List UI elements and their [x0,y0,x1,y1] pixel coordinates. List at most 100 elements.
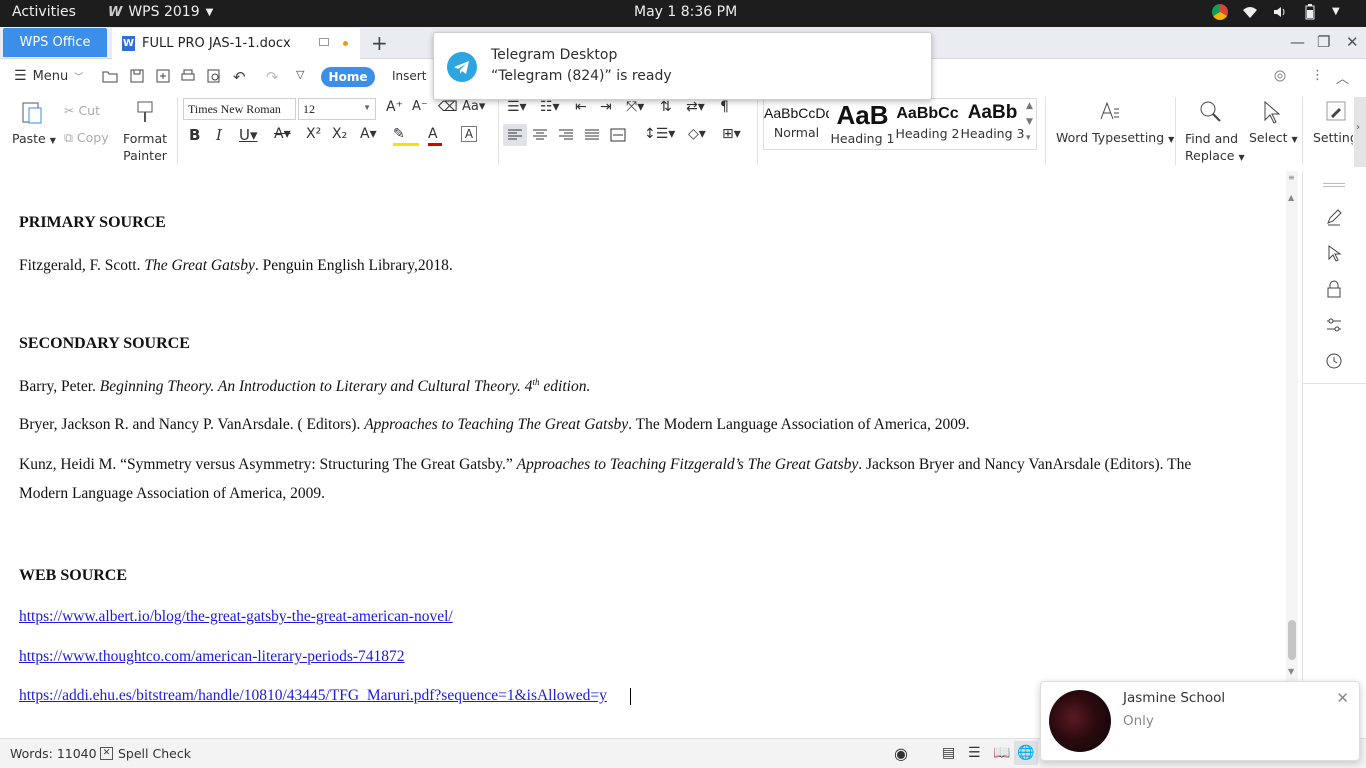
copy-button[interactable]: ⧉ Copy [64,130,109,146]
shading-icon[interactable]: ◇▾ [688,126,716,144]
ribbon-scroll-right[interactable]: › [1354,97,1366,167]
web-view-icon[interactable]: 🌐 [1014,741,1038,765]
tab-home[interactable]: Home [321,67,375,87]
screen-icon[interactable] [319,38,329,46]
print-icon[interactable] [180,68,196,84]
bold-icon[interactable]: B [189,126,207,144]
line-spacing-icon[interactable]: ↕☰▾ [644,126,675,144]
undo-icon[interactable]: ↶ [233,68,249,86]
chat-notification[interactable]: Jasmine School Only ✕ [1040,681,1360,761]
shrink-font-icon[interactable]: A⁻ [412,99,430,117]
reading-view-icon[interactable]: 📖 [993,745,1010,761]
show-marks-icon[interactable]: ¶ [720,99,738,117]
text-direction-icon[interactable]: ⇄▾ [686,99,712,117]
page-view-icon[interactable]: ▤ [942,745,955,761]
word-count[interactable]: Words: 11040 [10,746,97,761]
more-options-icon[interactable]: ⋮ [1311,68,1327,84]
cut-button[interactable]: ✂ Cut [64,103,100,118]
close-icon[interactable]: ✕ [1336,689,1349,707]
bullet-list-icon[interactable]: ☰▾ [507,99,533,117]
find-replace-icon[interactable] [1198,99,1222,125]
document-canvas[interactable]: PRIMARY SOURCE Fitzgerald, F. Scott. The… [0,171,1286,738]
character-border-icon[interactable]: A [461,126,477,142]
styles-scroll-down-icon[interactable]: ▼ [1026,117,1033,127]
sort-icon[interactable]: ⇅ [660,99,678,117]
subscript-icon[interactable]: X₂ [332,126,350,144]
tab-document[interactable]: W FULL PRO JAS-1-1.docx [112,28,360,59]
format-painter-button[interactable]: Format Painter [123,130,167,164]
hyperlink-web-2[interactable]: https://www.thoughtco.com/american-liter… [19,648,405,666]
style-heading-1[interactable]: AaB Heading 1 [830,99,895,149]
chrome-notification-icon[interactable] [1212,4,1228,20]
close-icon[interactable]: ✕ [1346,33,1359,51]
minimize-icon[interactable]: — [1290,33,1305,51]
find-replace-button[interactable]: Find and Replace ▼ [1185,130,1245,166]
styles-scroll-up-icon[interactable]: ▲ [1026,101,1033,111]
tab-wps-office[interactable]: WPS Office [3,28,107,57]
system-tray[interactable]: ▼ [1212,4,1348,20]
export-pdf-icon[interactable] [155,68,171,84]
save-icon[interactable] [129,68,145,84]
style-heading-2[interactable]: AaBbCc Heading 2 [895,99,960,149]
battery-icon[interactable] [1302,4,1318,20]
redo-icon[interactable]: ↷ [266,68,282,86]
outline-view-icon[interactable]: ☰ [968,745,981,761]
collapse-ribbon-icon[interactable]: ︿ [1336,68,1352,87]
text-effect-icon[interactable]: A▾ [360,126,386,144]
paste-icon[interactable] [20,99,44,125]
volume-icon[interactable] [1272,4,1288,20]
restore-icon[interactable]: ❐ [1317,33,1330,51]
pointer-icon[interactable] [1325,244,1343,262]
font-size-select[interactable]: 12 ▼ [298,98,376,120]
activities-button[interactable]: Activities [12,4,76,20]
vertical-scrollbar[interactable]: ≡ ▲ ▼ [1286,171,1298,681]
adjust-sliders-icon[interactable] [1325,316,1343,334]
select-button[interactable]: Select ▼ [1249,130,1298,145]
wifi-icon[interactable] [1242,4,1258,20]
spell-check-button[interactable]: ✕ Spell Check [100,746,191,761]
align-right-icon[interactable] [557,126,575,144]
tab-insert[interactable]: Insert [392,69,426,83]
scrollbar-thumb[interactable] [1288,620,1296,660]
scroll-up-icon[interactable]: ▲ [1288,193,1294,202]
paste-button[interactable]: Paste ▼ [12,130,56,149]
style-normal[interactable]: AaBbCcDd Normal [764,99,829,149]
chinese-layout-icon[interactable]: ⤧▾ [626,99,652,117]
print-preview-icon[interactable] [206,68,222,84]
highlight-icon[interactable]: ✎ [393,126,419,146]
style-heading-3[interactable]: AaBb Heading 3 [960,99,1025,149]
new-tab-button[interactable]: + [371,31,388,55]
menu-button[interactable]: ☰ Menu ﹀ [14,68,83,84]
styles-expand-icon[interactable]: ▾ [1026,133,1031,143]
format-painter-icon[interactable] [134,99,156,125]
italic-icon[interactable]: I [216,126,234,144]
increase-indent-icon[interactable]: ⇥ [600,99,618,117]
edit-pen-icon[interactable] [1325,208,1343,226]
settings-gear-icon[interactable] [1272,68,1288,84]
chevron-down-icon[interactable]: ▼ [1332,4,1348,20]
clock[interactable]: May 1 8:36 PM [634,4,737,20]
font-color-icon[interactable]: A [428,126,442,146]
app-menu[interactable]: W WPS 2019 ▼ [108,4,213,20]
underline-icon[interactable]: U▾ [239,126,265,144]
panel-grip-icon[interactable] [1323,183,1345,184]
scroll-handle-icon[interactable]: ≡ [1288,173,1295,182]
decrease-indent-icon[interactable]: ⇤ [575,99,593,117]
clear-format-icon[interactable]: ⌫ [438,99,458,117]
lock-icon[interactable] [1325,280,1343,298]
customize-icon[interactable]: ▽ [296,68,312,84]
superscript-icon[interactable]: X² [306,126,324,144]
align-center-icon[interactable] [531,126,549,144]
grow-font-icon[interactable]: A⁺ [386,99,404,117]
hyperlink-web-1[interactable]: https://www.albert.io/blog/the-great-gat… [19,608,453,626]
open-folder-icon[interactable] [102,68,118,84]
justify-icon[interactable] [583,126,601,144]
word-typesetting-button[interactable]: Word Typesetting ▼ [1056,130,1174,145]
eye-protection-icon[interactable]: ◉ [894,744,908,763]
strikethrough-icon[interactable]: A▾ [274,126,300,144]
align-left-button[interactable] [503,124,527,146]
scroll-down-icon[interactable]: ▼ [1288,667,1294,676]
history-icon[interactable] [1325,352,1343,370]
hyperlink-web-3[interactable]: https://addi.ehu.es/bitstream/handle/108… [19,687,607,705]
change-case-icon[interactable]: Aa▾ [462,99,490,117]
